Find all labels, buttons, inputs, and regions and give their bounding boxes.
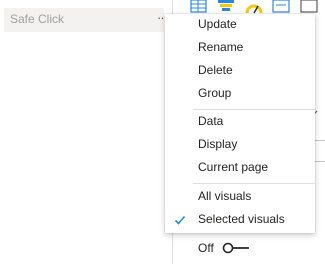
- menu-item-label: Rename: [198, 40, 244, 54]
- bookmark-name: Safe Click: [10, 12, 65, 26]
- menu-item-label: Update: [198, 17, 237, 31]
- menu-item-label: All visuals: [198, 189, 252, 203]
- funnel-viz-icon[interactable]: [217, 0, 235, 14]
- menu-separator: [193, 109, 315, 110]
- menu-item-update[interactable]: Update: [165, 14, 315, 36]
- menu-item-label: Group: [198, 86, 232, 100]
- menu-item-label: Delete: [198, 63, 233, 77]
- app-screen: Safe Click ··· Off Update Rename Delete …: [0, 0, 325, 264]
- menu-item-all-visuals[interactable]: All visuals: [165, 186, 315, 208]
- menu-item-selected-visuals[interactable]: Selected visuals: [165, 209, 315, 231]
- menu-item-label: Display: [198, 137, 238, 151]
- menu-item-current-page[interactable]: Current page: [165, 157, 315, 179]
- checkmark-icon: [174, 215, 186, 225]
- bookmark-context-menu: Update Rename Delete Group Data Display …: [165, 14, 315, 233]
- toggle-label: Off: [198, 241, 214, 255]
- bookmark-item-safe-click[interactable]: Safe Click ···: [4, 8, 168, 32]
- menu-item-rename[interactable]: Rename: [165, 37, 315, 59]
- filter-viz-icon[interactable]: [300, 0, 318, 14]
- toggle-switch[interactable]: [221, 241, 251, 255]
- menu-separator: [193, 183, 315, 184]
- menu-item-label: Current page: [198, 160, 269, 174]
- menu-item-group[interactable]: Group: [165, 83, 315, 105]
- menu-item-data[interactable]: Data: [165, 111, 315, 133]
- table-viz-icon[interactable]: [190, 0, 208, 14]
- menu-item-label: Data: [198, 114, 224, 128]
- menu-item-delete[interactable]: Delete: [165, 60, 315, 82]
- gauge-viz-icon[interactable]: [245, 0, 263, 14]
- menu-item-label: Selected visuals: [198, 212, 285, 226]
- menu-item-display[interactable]: Display: [165, 134, 315, 156]
- bookmarks-pane: Safe Click ···: [0, 0, 168, 264]
- card-viz-icon[interactable]: [272, 0, 290, 14]
